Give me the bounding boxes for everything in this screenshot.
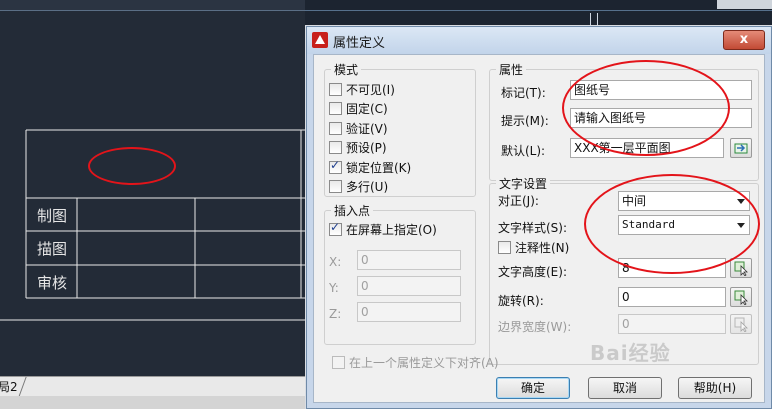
lock-position-checkbox[interactable]: 锁定位置(K)	[329, 158, 411, 175]
mode-group-title: 模式	[331, 61, 362, 78]
checkbox-box[interactable]	[329, 102, 342, 115]
text-style-label: 文字样式(S):	[498, 221, 568, 235]
autocad-logo-icon	[312, 32, 328, 48]
watermark-logo: Bai经验	[590, 341, 671, 365]
cancel-button[interactable]: 取消	[588, 377, 662, 399]
close-button[interactable]: x	[723, 30, 765, 50]
pick-rotation-button[interactable]	[730, 287, 752, 307]
multiline-checkbox[interactable]: 多行(U)	[329, 178, 388, 194]
highlight-ellipse	[584, 174, 760, 274]
checkbox-box[interactable]	[329, 122, 342, 135]
insertion-point-group: 插入点 在屏幕上指定(O) X: 0 Y: 0 Z: 0	[324, 202, 476, 345]
z-field[interactable]: 0	[357, 302, 461, 322]
pick-point-icon	[734, 261, 748, 276]
tab-separator	[18, 377, 27, 397]
justify-label: 对正(J):	[498, 194, 539, 208]
attribute-group-title: 属性	[496, 61, 527, 78]
y-label: Y:	[329, 281, 339, 295]
layout-tab-label: 局2	[0, 380, 18, 394]
attribute-definition-dialog: 属性定义 x 模式 不可见(I) 固定(C) 验证(V) 预设(P) 锁定位置(…	[306, 26, 772, 409]
verify-checkbox[interactable]: 验证(V)	[329, 120, 388, 136]
checkbox-box[interactable]	[498, 241, 511, 254]
dialog-body: 模式 不可见(I) 固定(C) 验证(V) 预设(P) 锁定位置(K) 多行(U…	[313, 54, 765, 403]
dialog-title: 属性定义	[333, 36, 386, 51]
cad-drawing-area[interactable]: 制图 描图 审核	[0, 0, 305, 409]
y-field[interactable]: 0	[357, 276, 461, 296]
attribute-group: 属性 标记(T): 图纸号 提示(M): 请输入图纸号 默认(L): XXX第一…	[489, 60, 759, 181]
x-field[interactable]: 0	[357, 250, 461, 270]
text-settings-title: 文字设置	[496, 175, 551, 192]
checkbox-box[interactable]	[329, 220, 342, 236]
x-label: X:	[329, 255, 342, 269]
status-strip	[0, 396, 305, 409]
default-label: 默认(L):	[501, 144, 546, 158]
help-button[interactable]: 帮助(H)	[678, 377, 752, 399]
insert-field-button[interactable]	[730, 138, 752, 158]
specify-on-screen-checkbox[interactable]: 在屏幕上指定(O)	[329, 220, 437, 237]
z-label: Z:	[329, 307, 342, 321]
prompt-label: 提示(M):	[501, 114, 549, 128]
checkbox-box[interactable]	[332, 356, 345, 369]
checkbox-box[interactable]	[329, 158, 342, 174]
rotation-input[interactable]: 0	[618, 287, 726, 307]
table-row-label: 审核	[37, 274, 68, 292]
ok-button[interactable]: 确定	[496, 377, 570, 399]
highlight-ellipse	[562, 60, 730, 156]
cad-top-area-right	[305, 0, 772, 25]
boundary-width-label: 边界宽度(W):	[498, 320, 572, 334]
pick-boundary-button[interactable]	[730, 314, 752, 334]
annotative-checkbox[interactable]: 注释性(N)	[498, 239, 569, 255]
invisible-checkbox[interactable]: 不可见(I)	[329, 81, 395, 97]
checkbox-box[interactable]	[329, 141, 342, 154]
layout-tab[interactable]: 局2	[0, 376, 305, 397]
dialog-titlebar[interactable]: 属性定义 x	[307, 27, 771, 54]
insertion-point-title: 插入点	[331, 202, 374, 219]
insert-field-icon	[734, 143, 748, 154]
tag-label: 标记(T):	[501, 86, 546, 100]
checkbox-box[interactable]	[329, 83, 342, 96]
table-row-label: 描图	[37, 240, 68, 258]
pick-point-icon	[734, 317, 748, 332]
mode-group: 模式 不可见(I) 固定(C) 验证(V) 预设(P) 锁定位置(K) 多行(U…	[324, 61, 476, 197]
highlight-ellipse	[88, 147, 176, 185]
rotation-label: 旋转(R):	[498, 294, 544, 308]
text-height-label: 文字高度(E):	[498, 265, 567, 279]
pick-point-icon	[734, 290, 748, 305]
checkbox-box[interactable]	[329, 180, 342, 193]
constant-checkbox[interactable]: 固定(C)	[329, 100, 388, 116]
preset-checkbox[interactable]: 预设(P)	[329, 139, 387, 155]
boundary-width-input[interactable]: 0	[618, 314, 726, 334]
pick-height-button[interactable]	[730, 258, 752, 278]
table-row-label: 制图	[37, 207, 68, 225]
align-below-checkbox[interactable]: 在上一个属性定义下对齐(A)	[332, 354, 499, 370]
